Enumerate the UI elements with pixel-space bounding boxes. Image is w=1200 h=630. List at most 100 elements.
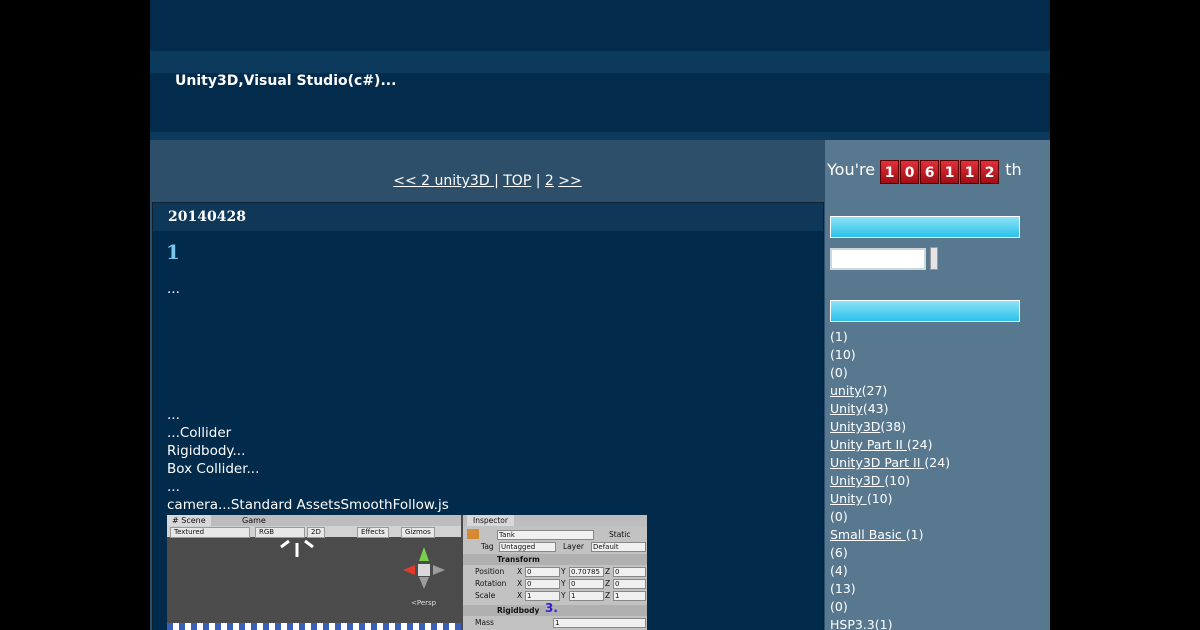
category-link[interactable]: Unity Part II: [830, 437, 907, 452]
category-link[interactable]: HSP3.3: [830, 617, 875, 630]
scale-x-field: 1: [525, 591, 560, 601]
category-link[interactable]: Unity: [830, 401, 863, 416]
category-link[interactable]: Unity3D Part II: [830, 455, 924, 470]
entry-text-line: ...: [167, 479, 180, 495]
static-checkbox-label: Static: [609, 530, 631, 539]
search-input[interactable]: [830, 248, 926, 270]
scale-y-field: 1: [569, 591, 604, 601]
next-entry-number-link[interactable]: 2: [545, 173, 554, 189]
category-link[interactable]: unity: [830, 383, 862, 398]
effects-dropdown: Effects: [357, 527, 389, 538]
position-x-field: 0: [525, 567, 560, 577]
object-header-row: Tank Static: [463, 527, 647, 541]
layer-label: Layer: [563, 542, 584, 551]
shading-dropdown: Textured: [170, 527, 250, 538]
entry-text-line: camera...Standard AssetsSmoothFollow.js: [167, 497, 449, 513]
list-item: Unity (10): [830, 490, 950, 508]
axis-y-label: Y: [561, 579, 566, 588]
scale-z-field: 1: [613, 591, 646, 601]
category-count: (4): [830, 563, 848, 578]
top-link[interactable]: TOP: [503, 173, 531, 189]
category-count: (27): [861, 383, 888, 398]
list-item: Small Basic (1): [830, 526, 950, 544]
counter-digit: 1: [960, 160, 980, 184]
axis-z-label: Z: [605, 591, 611, 600]
category-count: (38): [880, 419, 907, 434]
axis-x-label: X: [517, 579, 523, 588]
game-tab: Game: [242, 516, 266, 525]
entry-text-line: ...: [167, 281, 180, 297]
entry-text-line: ...: [167, 407, 180, 423]
mass-row: Mass 1: [463, 617, 647, 628]
entry-title[interactable]: 1: [166, 240, 823, 264]
position-label: Position: [475, 567, 505, 576]
axis-x-label: X: [517, 567, 523, 576]
list-item: unity(27): [830, 382, 950, 400]
light-gizmo-icon: [280, 539, 314, 557]
category-count: (10): [866, 491, 893, 506]
category-link[interactable]: Unity: [830, 491, 867, 506]
category-count: (24): [906, 437, 933, 452]
list-item: (6): [830, 544, 950, 562]
transform-label: Transform: [497, 555, 540, 564]
tag-dropdown: Untagged: [499, 542, 556, 552]
rotation-z-field: 0: [613, 579, 646, 589]
category-link[interactable]: Small Basic: [830, 527, 906, 542]
header-band: [150, 51, 1050, 73]
page: Unity3D,Visual Studio(c#)... << 2 unity3…: [150, 0, 1050, 630]
category-count: (6): [830, 545, 848, 560]
inspector-tab-bar: Inspector: [463, 515, 647, 526]
list-item: Unity(43): [830, 400, 950, 418]
category-count: (43): [862, 401, 889, 416]
sidebar-category-button[interactable]: [830, 300, 1020, 322]
rotation-row: Rotation X 0 Y 0 Z 0: [463, 578, 647, 589]
scene-toolbar: Textured RGB 2D Effects Gizmos: [167, 526, 461, 538]
persp-label: <Persp: [411, 599, 437, 607]
list-item: Unity Part II (24): [830, 436, 950, 454]
list-item: Unity3D Part II (24): [830, 454, 950, 472]
scene-view: # Scene Game Textured RGB 2D Effects Giz…: [167, 515, 461, 630]
category-count: (0): [830, 599, 848, 614]
position-row: Position X 0 Y 0.70785 Z 0: [463, 566, 647, 577]
list-item: (10): [830, 346, 950, 364]
category-count: (13): [830, 581, 856, 596]
counter-digit: 2: [980, 160, 1000, 184]
blog-entry: 20140428 1 ... ... ...Collider Rigidbody…: [152, 202, 824, 630]
category-count: (1): [905, 527, 924, 542]
counter-digit: 6: [920, 160, 940, 184]
site-header: Unity3D,Visual Studio(c#)...: [150, 0, 1050, 140]
mass-label: Mass: [475, 618, 494, 627]
mass-field: 1: [553, 618, 646, 628]
axis-y-label: Y: [561, 567, 566, 576]
axis-z-label: Z: [605, 579, 611, 588]
counter-digit: 1: [940, 160, 960, 184]
header-band-bottom: [150, 132, 1050, 140]
list-item: (1): [830, 328, 950, 346]
prev-entry-link[interactable]: << 2 unity3D: [393, 173, 494, 189]
scene-tab: # Scene: [167, 515, 211, 526]
list-item: (0): [830, 598, 950, 616]
category-link[interactable]: Unity3D: [830, 473, 884, 488]
category-count: (0): [830, 365, 848, 380]
rotation-x-field: 0: [525, 579, 560, 589]
list-item: (4): [830, 562, 950, 580]
scale-label: Scale: [475, 591, 496, 600]
list-item: Unity3D (10): [830, 472, 950, 490]
gizmos-dropdown: Gizmos: [401, 527, 435, 538]
tag-label: Tag: [481, 542, 494, 551]
axis-x-label: X: [517, 591, 523, 600]
search-button[interactable]: [930, 247, 938, 270]
unity-editor-screenshot[interactable]: # Scene Game Textured RGB 2D Effects Giz…: [167, 515, 647, 630]
entry-navigation: << 2 unity3D | TOP | 2 >>: [150, 173, 825, 189]
category-count: (1): [874, 617, 893, 630]
category-link[interactable]: Unity3D: [830, 419, 880, 434]
sidebar-section-button[interactable]: [830, 216, 1020, 238]
category-list: (1) (10) (0) unity(27) Unity(43) Unity3D…: [830, 328, 950, 630]
rotation-label: Rotation: [475, 579, 507, 588]
tag-layer-row: Tag Untagged Layer Default: [463, 541, 647, 552]
entry-text-line: Rigidbody...: [167, 443, 246, 459]
counter-digit: 1: [880, 160, 900, 184]
next-entry-link[interactable]: >>: [558, 173, 581, 189]
counter-digits: 106112: [880, 160, 1000, 184]
inspector-tab: Inspector: [467, 515, 514, 526]
